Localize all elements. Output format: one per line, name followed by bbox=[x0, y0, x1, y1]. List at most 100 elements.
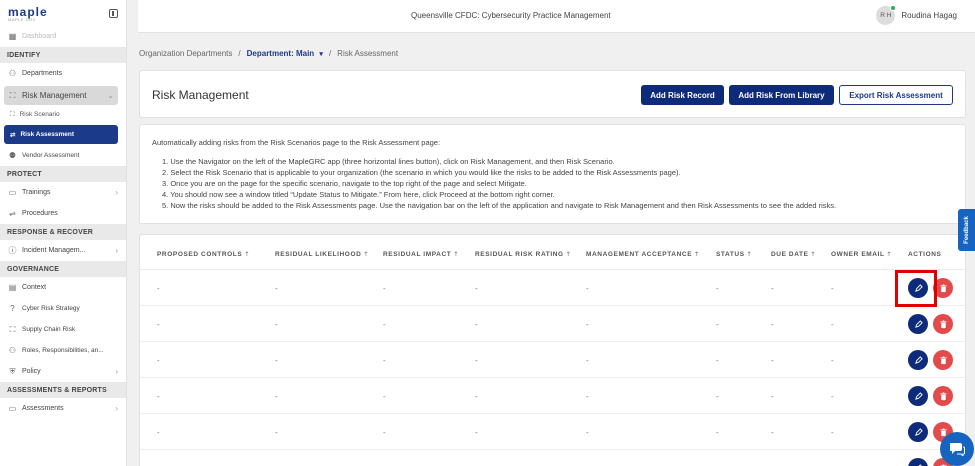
add-risk-record-button[interactable]: Add Risk Record bbox=[641, 85, 724, 105]
sidebar-item-supply-chain-risk[interactable]: ⛶ Supply Chain Risk bbox=[0, 319, 126, 340]
incident-icon: ⓘ bbox=[8, 246, 17, 255]
column-label: RESIDUAL LIKELIHOOD bbox=[275, 251, 362, 258]
section-protect: PROTECT bbox=[0, 166, 126, 182]
table-cell: - bbox=[475, 320, 478, 329]
sidebar-item-label: Assessments bbox=[22, 405, 64, 412]
shield-icon: ⛨ bbox=[9, 366, 16, 376]
sidebar-item-assessments[interactable]: ▭ Assessments › bbox=[0, 398, 126, 419]
sidebar-item-label: Supply Chain Risk bbox=[22, 326, 76, 333]
chevron-down-icon: ▾ bbox=[319, 51, 323, 58]
sidebar-item-risk-assessment[interactable]: ⇄ Risk Assessment bbox=[4, 125, 118, 144]
dashboard-icon: ▦ bbox=[8, 32, 17, 41]
feedback-label: Feedback bbox=[963, 216, 970, 244]
table-cell: - bbox=[157, 356, 160, 365]
table-cell: - bbox=[716, 320, 719, 329]
user-menu[interactable]: R H Roudina Hagag bbox=[876, 5, 957, 25]
table-cell: - bbox=[716, 284, 719, 293]
table-cell: - bbox=[383, 320, 386, 329]
table-cell: - bbox=[586, 320, 589, 329]
delete-button[interactable] bbox=[933, 386, 953, 406]
table-row: -------- bbox=[140, 306, 965, 342]
sidebar-item-policy[interactable]: ⛨ Policy › bbox=[0, 361, 126, 382]
edit-button[interactable] bbox=[908, 422, 928, 442]
sidebar-item-label: Departments bbox=[22, 70, 63, 77]
table-row: -------- bbox=[140, 342, 965, 378]
pencil-icon bbox=[914, 355, 923, 364]
trash-icon bbox=[939, 284, 947, 292]
export-risk-assessment-button[interactable]: Export Risk Assessment bbox=[839, 85, 953, 105]
delete-button[interactable] bbox=[933, 314, 953, 334]
column-header-due-date[interactable]: DUE DATE ⇡ bbox=[771, 251, 816, 258]
sidebar-item-trainings[interactable]: ▭ Trainings › bbox=[0, 182, 126, 203]
sidebar-item-vendor-assessment[interactable]: ⚉ Vendor Assessment bbox=[0, 145, 126, 166]
edit-button[interactable] bbox=[908, 314, 928, 334]
sidebar-item-departments[interactable]: ⚇ Departments bbox=[0, 63, 126, 84]
column-header-residual-risk-rating[interactable]: RESIDUAL RISK RATING ⇡ bbox=[475, 251, 571, 258]
table-row: -------- bbox=[140, 270, 965, 306]
table-cell: - bbox=[586, 284, 589, 293]
edit-button[interactable] bbox=[908, 386, 928, 406]
column-header-residual-impact[interactable]: RESIDUAL IMPACT ⇡ bbox=[383, 251, 459, 258]
edit-button[interactable] bbox=[908, 458, 928, 466]
table-cell: - bbox=[831, 284, 834, 293]
sort-icon: ⇡ bbox=[565, 252, 572, 258]
table-cell: - bbox=[475, 284, 478, 293]
section-governance: GOVERNANCE bbox=[0, 261, 126, 277]
procedures-icon: ⇌ bbox=[9, 209, 16, 218]
column-header-residual-likelihood[interactable]: RESIDUAL LIKELIHOOD ⇡ bbox=[275, 251, 369, 258]
delete-button[interactable] bbox=[933, 350, 953, 370]
feedback-tab[interactable]: Feedback bbox=[958, 209, 975, 251]
sidebar-item-label: Procedures bbox=[22, 210, 58, 217]
sidebar-item-risk-management[interactable]: ⛶ Risk Management ⌄ bbox=[4, 86, 118, 105]
column-header-management-acceptance[interactable]: MANAGEMENT ACCEPTANCE ⇡ bbox=[586, 251, 700, 258]
sidebar-item-label: Risk Assessment bbox=[20, 131, 75, 138]
table-cell: - bbox=[275, 392, 278, 401]
table-cell: - bbox=[831, 356, 834, 365]
sidebar-item-label: Risk Management bbox=[22, 91, 87, 100]
pencil-icon bbox=[914, 391, 923, 400]
table-cell: - bbox=[771, 356, 774, 365]
chat-button[interactable] bbox=[940, 432, 974, 466]
table-cell: - bbox=[275, 284, 278, 293]
highlight-box bbox=[895, 270, 937, 307]
sidebar-collapse-icon[interactable] bbox=[109, 8, 118, 18]
column-header-proposed-controls[interactable]: PROPOSED CONTROLS ⇡ bbox=[157, 251, 250, 258]
table-cell: - bbox=[157, 428, 160, 437]
column-header-status[interactable]: STATUS ⇡ bbox=[716, 251, 752, 258]
edit-button[interactable] bbox=[908, 350, 928, 370]
sidebar-item-label: Risk Scenario bbox=[19, 111, 60, 118]
page-title: Risk Management bbox=[152, 88, 249, 102]
avatar[interactable]: R H bbox=[876, 5, 897, 25]
table-cell: - bbox=[475, 356, 478, 365]
table-cell: - bbox=[475, 428, 478, 437]
sidebar-item-label: Roles, Responsibilities, an... bbox=[22, 347, 104, 354]
breadcrumb-root[interactable]: Organization Departments bbox=[139, 49, 232, 58]
chevron-right-icon: › bbox=[115, 246, 118, 255]
column-label: STATUS bbox=[716, 251, 745, 258]
table-cell: - bbox=[831, 392, 834, 401]
table-cell: - bbox=[771, 392, 774, 401]
breadcrumb-department-dropdown[interactable]: Department: Main ▾ bbox=[247, 49, 323, 58]
chevron-right-icon: › bbox=[115, 367, 118, 376]
strategy-icon: ? bbox=[10, 304, 15, 313]
table-cell: - bbox=[275, 356, 278, 365]
sidebar-item-cyber-risk-strategy[interactable]: ? Cyber Risk Strategy bbox=[0, 298, 126, 319]
instruction-step: 1. Use the Navigator on the left of the … bbox=[162, 157, 615, 166]
assessment-icon: ⇄ bbox=[10, 131, 16, 139]
sidebar-item-dashboard[interactable]: ▦ Dashboard bbox=[0, 26, 126, 47]
online-status-icon bbox=[890, 5, 897, 11]
add-risk-from-library-button[interactable]: Add Risk From Library bbox=[729, 85, 834, 105]
table-cell: - bbox=[157, 320, 160, 329]
sidebar: maple MAPLE GRC ▦ Dashboard IDENTIFY ⚇ D… bbox=[0, 0, 127, 466]
sidebar-item-context[interactable]: ▤ Context bbox=[0, 277, 126, 298]
sidebar-item-risk-scenario[interactable]: ⛶ Risk Scenario bbox=[0, 105, 126, 124]
sidebar-item-roles[interactable]: ⚇ Roles, Responsibilities, an... bbox=[0, 340, 126, 361]
sort-icon: ⇡ bbox=[886, 252, 893, 258]
column-header-owner-email[interactable]: OWNER EMAIL ⇡ bbox=[831, 251, 892, 258]
table-cell: - bbox=[586, 356, 589, 365]
section-response-recover: RESPONSE & RECOVER bbox=[0, 224, 126, 240]
trash-icon bbox=[939, 356, 947, 364]
sidebar-item-procedures[interactable]: ⇌ Procedures bbox=[0, 203, 126, 224]
brand-logo[interactable]: maple MAPLE GRC bbox=[8, 5, 48, 22]
sidebar-item-incident-management[interactable]: ⓘ Incident Managem... › bbox=[0, 240, 126, 261]
